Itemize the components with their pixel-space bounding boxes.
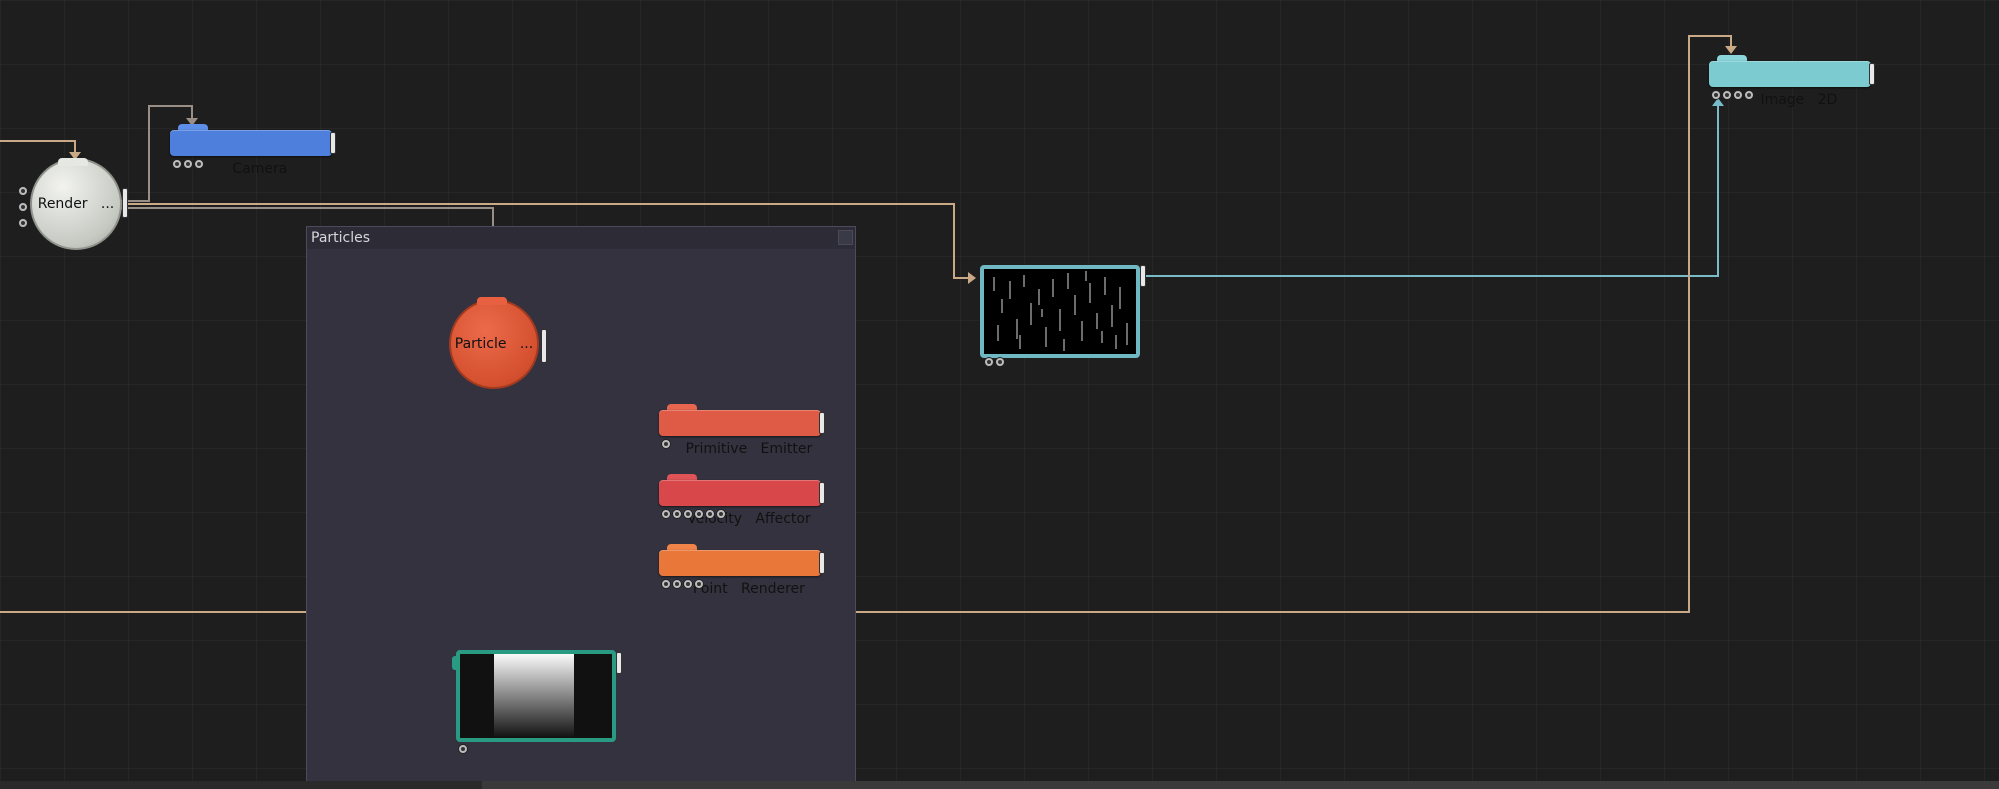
port-icon[interactable] xyxy=(18,186,28,196)
connection-wires xyxy=(0,35,1737,661)
particle-input-tab[interactable] xyxy=(477,297,507,305)
particle-system-body[interactable]: Particle ... xyxy=(449,299,539,389)
primitive-emitter-output-handle[interactable] xyxy=(819,412,825,434)
port-icon[interactable] xyxy=(1722,90,1732,100)
port-icon[interactable] xyxy=(984,357,994,367)
port-icon[interactable] xyxy=(683,579,693,589)
scrollbar-thumb[interactable] xyxy=(482,781,1999,789)
gradient-preview-image xyxy=(494,654,574,738)
port-icon[interactable] xyxy=(694,579,704,589)
render-node[interactable]: Render ... xyxy=(18,158,128,250)
primitive-emitter-label: Primitive Emitter xyxy=(685,441,813,457)
image-2d-node-bar[interactable]: Image 2D xyxy=(1709,61,1875,108)
render-input-tab[interactable] xyxy=(58,158,88,166)
point-renderer-bar[interactable]: Point Renderer xyxy=(659,550,825,597)
gradient-output-handle[interactable] xyxy=(616,652,622,674)
render-node-body[interactable]: Render ... xyxy=(30,158,122,250)
group-title: Particles xyxy=(311,230,371,246)
render-output-handle[interactable] xyxy=(122,188,128,218)
velocity-affector-node[interactable]: Velocity Affector xyxy=(659,474,825,527)
gradient-texture-thumbnail[interactable] xyxy=(456,650,616,742)
port-icon[interactable] xyxy=(18,202,28,212)
group-header[interactable]: Particles xyxy=(307,227,855,249)
gradient-ports xyxy=(458,744,468,754)
port-icon[interactable] xyxy=(995,357,1005,367)
camera-node[interactable]: Camera xyxy=(170,124,336,177)
horizontal-scrollbar[interactable] xyxy=(0,781,1999,789)
camera-node-bar[interactable]: Camera xyxy=(170,130,336,177)
port-icon[interactable] xyxy=(1711,90,1721,100)
render-ports xyxy=(18,186,28,228)
primitive-emitter-bar[interactable]: Primitive Emitter xyxy=(659,410,825,457)
port-icon[interactable] xyxy=(716,509,726,519)
render-node-label: Render ... xyxy=(37,196,115,212)
port-icon[interactable] xyxy=(661,439,671,449)
point-renderer-node[interactable]: Point Renderer xyxy=(659,544,825,597)
primitive-emitter-ports xyxy=(661,439,671,449)
port-icon[interactable] xyxy=(183,159,193,169)
velocity-affector-ports xyxy=(661,509,726,519)
port-icon[interactable] xyxy=(1733,90,1743,100)
gradient-input-tab[interactable] xyxy=(452,656,460,670)
render-target-ports xyxy=(984,357,1005,367)
velocity-affector-output-handle[interactable] xyxy=(819,482,825,504)
camera-node-label: Camera xyxy=(232,161,288,177)
port-icon[interactable] xyxy=(672,509,682,519)
point-renderer-ports xyxy=(661,579,704,589)
velocity-affector-bar[interactable]: Velocity Affector xyxy=(659,480,825,527)
gradient-texture-node[interactable] xyxy=(452,650,624,756)
render-target-output-handle[interactable] xyxy=(1140,265,1146,287)
port-icon[interactable] xyxy=(18,218,28,228)
port-icon[interactable] xyxy=(661,509,671,519)
camera-ports xyxy=(172,159,204,169)
port-icon[interactable] xyxy=(705,509,715,519)
image-2d-node-label: Image 2D xyxy=(1760,92,1838,108)
wire-target-image2d[interactable] xyxy=(1144,104,1719,277)
image-2d-output-handle[interactable] xyxy=(1869,63,1875,85)
port-icon[interactable] xyxy=(661,579,671,589)
render-target-thumbnail[interactable] xyxy=(980,265,1140,358)
point-renderer-label: Point Renderer xyxy=(692,581,805,597)
particle-system-node[interactable]: Particle ... xyxy=(449,297,547,391)
port-icon[interactable] xyxy=(194,159,204,169)
port-icon[interactable] xyxy=(1744,90,1754,100)
particle-system-label: Particle ... xyxy=(454,336,534,352)
wire-into-render[interactable] xyxy=(0,140,76,155)
image-2d-node[interactable]: Image 2D xyxy=(1709,55,1875,108)
rain-preview-image xyxy=(993,271,1128,351)
image-2d-ports xyxy=(1711,90,1754,100)
wire-long-image2d[interactable] xyxy=(0,35,1732,613)
port-icon[interactable] xyxy=(672,579,682,589)
port-icon[interactable] xyxy=(694,509,704,519)
port-icon[interactable] xyxy=(172,159,182,169)
camera-output-handle[interactable] xyxy=(330,132,336,154)
port-icon[interactable] xyxy=(683,509,693,519)
point-renderer-output-handle[interactable] xyxy=(819,552,825,574)
port-icon[interactable] xyxy=(458,744,468,754)
primitive-emitter-node[interactable]: Primitive Emitter xyxy=(659,404,825,457)
render-target-node[interactable] xyxy=(980,265,1146,369)
particle-output-handle[interactable] xyxy=(541,329,547,363)
group-resize-icon[interactable] xyxy=(838,230,853,245)
